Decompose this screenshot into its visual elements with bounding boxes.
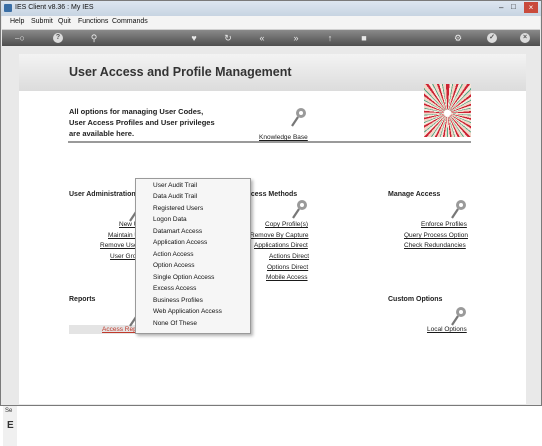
divider — [68, 141, 471, 143]
favorite-icon[interactable]: ♥ — [188, 32, 200, 44]
app-window: IES Client v8.36 : My IES – □ × Help Sub… — [0, 0, 542, 446]
custom-options-heading: Custom Options — [388, 296, 443, 303]
intro-line: User Access Profiles and User privileges — [69, 118, 215, 127]
settings-icon[interactable]: ⚙ — [452, 32, 464, 44]
menu-item-excess-access[interactable]: Excess Access — [153, 285, 196, 292]
title-bar: IES Client v8.36 : My IES – □ × — [1, 1, 541, 16]
menu-commands[interactable]: Commands — [112, 18, 148, 25]
mobile-access-link[interactable]: Mobile Access — [266, 274, 308, 281]
access-reports-dropdown: User Audit Trail Data Audit Trail Regist… — [135, 178, 251, 334]
forward-icon[interactable]: » — [290, 32, 302, 44]
key-icon[interactable]: ⎯○ — [10, 32, 30, 44]
refresh-icon[interactable]: ↻ — [222, 32, 234, 44]
applications-direct-link[interactable]: Applications Direct — [254, 242, 308, 249]
query-process-option-link[interactable]: Query Process Option — [404, 232, 468, 239]
key-icon — [292, 200, 307, 219]
remove-user-link[interactable]: Remove Use — [100, 242, 138, 249]
access-reports-link[interactable]: Access Rep — [102, 326, 137, 333]
enforce-profiles-link[interactable]: Enforce Profiles — [421, 221, 467, 228]
cancel-icon[interactable]: × — [520, 33, 530, 43]
content-area: User Access and Profile Management All o… — [2, 46, 540, 446]
options-direct-link[interactable]: Options Direct — [267, 264, 308, 271]
menu-help[interactable]: Help — [10, 18, 24, 25]
search-icon[interactable]: ⚲ — [88, 32, 100, 44]
intro-line: All options for managing User Codes, — [69, 107, 204, 116]
key-icon — [451, 200, 466, 219]
actions-direct-link[interactable]: Actions Direct — [269, 253, 309, 260]
menu-item-registered-users[interactable]: Registered Users — [153, 205, 203, 212]
menu-item-logon-data[interactable]: Logon Data — [153, 216, 187, 223]
status-label: Se — [5, 408, 13, 414]
close-icon[interactable]: × — [524, 2, 538, 13]
stop-icon[interactable]: ■ — [358, 32, 370, 44]
menu-item-web-application-access[interactable]: Web Application Access — [153, 308, 222, 315]
toolbar: ⎯○ ? ⚲ ♥ ↻ « » ↑ ■ ⚙ ✓ × — [2, 30, 540, 46]
copy-profiles-link[interactable]: Copy Profile(s) — [265, 221, 308, 228]
check-redundancies-link[interactable]: Check Redundancies — [404, 242, 466, 249]
menu-item-application-access[interactable]: Application Access — [153, 239, 207, 246]
user-admin-heading: User Administration — [69, 191, 136, 198]
help-button[interactable]: ? — [53, 33, 63, 43]
key-icon[interactable] — [289, 107, 307, 129]
menu-item-none-of-these[interactable]: None Of These — [153, 320, 197, 327]
check-icon[interactable]: ✓ — [487, 33, 497, 43]
page-panel: User Access and Profile Management All o… — [19, 54, 526, 404]
reports-heading: Reports — [69, 296, 96, 303]
menu-submit[interactable]: Submit — [31, 18, 53, 25]
manage-access-heading: Manage Access — [388, 191, 441, 198]
maximize-icon[interactable]: □ — [511, 2, 516, 11]
menu-functions[interactable]: Functions — [78, 18, 108, 25]
intro-text: All options for managing User Codes, Use… — [69, 106, 259, 139]
up-icon[interactable]: ↑ — [324, 32, 336, 44]
menu-item-action-access[interactable]: Action Access — [153, 251, 193, 258]
menu-item-business-profiles[interactable]: Business Profiles — [153, 297, 203, 304]
menu-item-datamart-access[interactable]: Datamart Access — [153, 228, 202, 235]
minimize-icon[interactable]: – — [499, 3, 503, 12]
menu-item-single-option-access[interactable]: Single Option Access — [153, 274, 214, 281]
status-panel: Se E — [3, 406, 17, 446]
access-methods-heading: ccess Methods — [247, 191, 298, 198]
menu-bar: Help Submit Quit Functions Commands — [2, 16, 540, 30]
app-icon — [4, 4, 12, 12]
menu-item-user-audit-trail[interactable]: User Audit Trail — [153, 182, 197, 189]
remove-by-capture-link[interactable]: Remove By Capture — [250, 232, 309, 239]
status-glyph: E — [7, 420, 14, 431]
menu-item-data-audit-trail[interactable]: Data Audit Trail — [153, 193, 197, 200]
menu-quit[interactable]: Quit — [58, 18, 71, 25]
menu-item-option-access[interactable]: Option Access — [153, 262, 195, 269]
user-groups-link[interactable]: User Gro — [110, 253, 136, 260]
key-icon — [451, 307, 466, 326]
network-image — [424, 84, 471, 137]
intro-line: are available here. — [69, 129, 135, 138]
local-options-link[interactable]: Local Options — [427, 326, 467, 333]
back-icon[interactable]: « — [256, 32, 268, 44]
knowledge-base-link[interactable]: Knowledge Base — [259, 134, 308, 141]
window-title: IES Client v8.36 : My IES — [15, 4, 94, 11]
page-title: User Access and Profile Management — [69, 65, 292, 79]
